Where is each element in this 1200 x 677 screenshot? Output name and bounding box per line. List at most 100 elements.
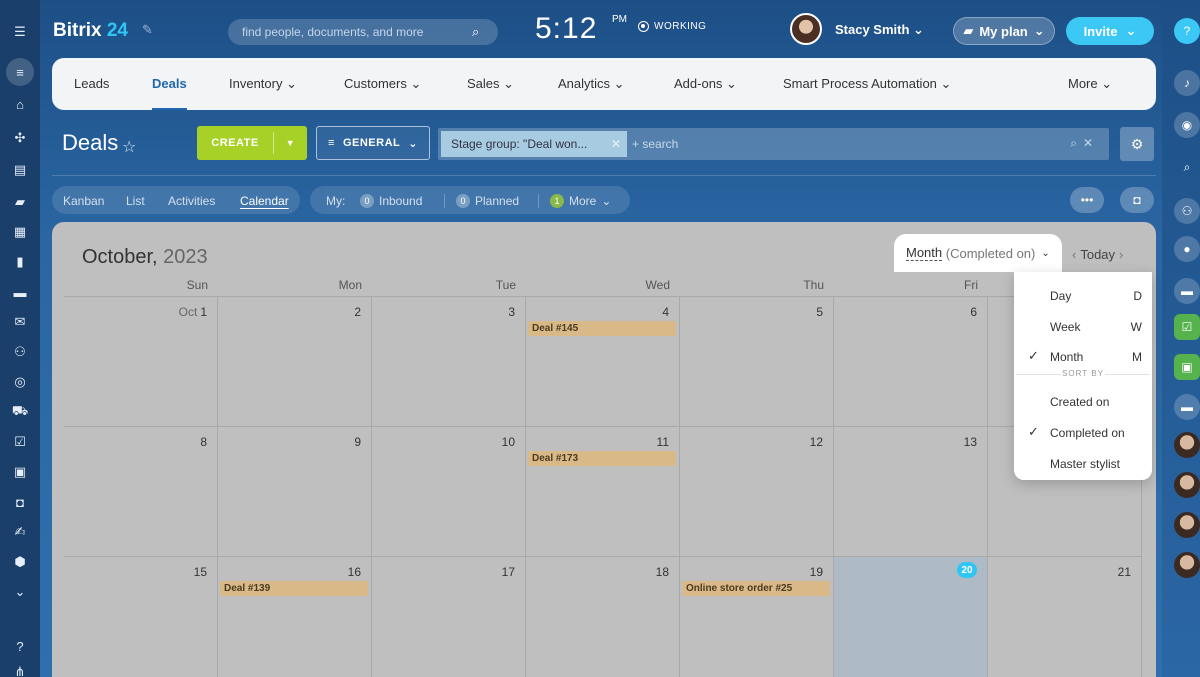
filter-search-box[interactable]: Stage group: "Deal won... ✕ + search ⌕✕ <box>438 128 1109 160</box>
calendar-day[interactable]: 15 <box>64 557 218 677</box>
tasks-icon[interactable]: ▤ <box>8 158 32 182</box>
task-green-icon[interactable]: ☑ <box>1174 314 1200 340</box>
calendar-event[interactable]: Deal #139 <box>220 581 368 596</box>
close-icon[interactable]: ✕ <box>611 137 621 151</box>
group-icon[interactable]: ⚇ <box>1174 198 1200 224</box>
clock[interactable]: 5:12 <box>535 12 597 46</box>
calendar-day[interactable]: 18 <box>526 557 680 677</box>
next-arrow-icon[interactable]: › <box>1119 247 1123 262</box>
user-menu[interactable]: Stacy Smith ⌄ <box>835 22 924 38</box>
nav-leads[interactable]: Leads <box>74 76 109 91</box>
calendar-day[interactable]: 19 Online store order #25 <box>680 557 834 677</box>
working-status-icon[interactable] <box>638 21 649 32</box>
general-pipeline-button[interactable]: ≡ GENERAL ⌄ <box>316 126 430 160</box>
messenger-icon[interactable]: ◉ <box>1174 112 1200 138</box>
calendar-day[interactable]: 2 <box>218 297 372 427</box>
robots-button[interactable]: ◘ <box>1120 187 1154 213</box>
filter-icon[interactable]: ≡ <box>6 58 34 86</box>
tab-activities[interactable]: Activities <box>168 194 215 208</box>
puzzle-icon[interactable]: ✣ <box>8 126 32 150</box>
menu-item-created-on[interactable]: Created on <box>1014 390 1152 414</box>
checkbox-icon[interactable]: ☑ <box>8 430 32 454</box>
box-icon[interactable]: ⬢ <box>8 550 32 574</box>
brand-logo[interactable]: Bitrix 24 <box>53 20 128 42</box>
nav-customers[interactable]: Customers ⌄ <box>344 76 421 92</box>
calendar-day-today[interactable]: 20 <box>834 557 988 677</box>
calendar-day[interactable]: 9 <box>218 427 372 557</box>
user-icon[interactable]: ● <box>1174 236 1200 262</box>
counter-more[interactable]: 1 More ⌄ <box>550 194 611 208</box>
today-button[interactable]: Today <box>1080 247 1115 262</box>
chat-icon[interactable]: ▰ <box>8 190 32 214</box>
nav-analytics[interactable]: Analytics ⌄ <box>558 76 625 92</box>
target-icon[interactable]: ◎ <box>8 370 32 394</box>
contact-avatar[interactable] <box>1174 552 1200 578</box>
calendar-day[interactable]: 11 Deal #173 <box>526 427 680 557</box>
calendar-day[interactable]: 8 <box>64 427 218 557</box>
calendar-day[interactable]: 17 <box>372 557 526 677</box>
chevron-down-icon[interactable]: ⌄ <box>8 580 32 604</box>
edit-icon[interactable]: ✎ <box>142 22 153 38</box>
cart-icon[interactable]: ⛟ <box>8 400 32 424</box>
calendar-event[interactable]: Deal #173 <box>528 451 676 466</box>
calendar-day[interactable]: 5 <box>680 297 834 427</box>
mail-icon[interactable]: ✉ <box>8 310 32 334</box>
signature-icon[interactable]: ✍ <box>8 520 32 544</box>
robot-icon[interactable]: ◘ <box>8 490 32 514</box>
nav-more[interactable]: More ⌄ <box>1068 76 1112 92</box>
calendar-day[interactable]: 10 <box>372 427 526 557</box>
calendar-icon[interactable]: ▦ <box>8 220 32 244</box>
nav-deals[interactable]: Deals <box>152 76 187 110</box>
counter-planned[interactable]: 0 Planned <box>456 194 519 208</box>
tab-kanban[interactable]: Kanban <box>63 194 104 208</box>
sitemap-icon[interactable]: ⋔ <box>8 660 32 677</box>
document-icon[interactable]: ▮ <box>8 250 32 274</box>
contact-green-icon[interactable]: ▣ <box>1174 354 1200 380</box>
contacts-icon[interactable]: ⚇ <box>8 340 32 364</box>
contact-avatar[interactable] <box>1174 512 1200 538</box>
calendar-day[interactable]: 3 <box>372 297 526 427</box>
calendar-event[interactable]: Online store order #25 <box>682 581 830 596</box>
menu-icon[interactable]: ☰ <box>8 20 32 44</box>
calendar-day[interactable]: Oct 1 <box>64 297 218 427</box>
home-icon[interactable]: ⌂ <box>8 92 32 116</box>
search-icon[interactable]: ⌕ <box>472 24 479 40</box>
search-icon[interactable]: ⌕ <box>1070 136 1083 150</box>
more-actions-button[interactable]: ••• <box>1070 187 1104 213</box>
counter-inbound[interactable]: 0 Inbound <box>360 194 422 208</box>
calendar-view-dropdown[interactable]: Month (Completed on) ⌄ <box>894 234 1062 272</box>
invite-button[interactable]: Invite ⌄ <box>1066 17 1154 45</box>
prev-arrow-icon[interactable]: ‹ <box>1072 247 1076 262</box>
calendar-day[interactable]: 6 <box>834 297 988 427</box>
nav-smart-process-automation[interactable]: Smart Process Automation ⌄ <box>783 76 951 92</box>
working-status[interactable]: WORKING <box>654 21 706 32</box>
tab-list[interactable]: List <box>126 194 145 208</box>
search-icon[interactable]: ⌕ <box>1174 154 1200 180</box>
menu-item-completed-on[interactable]: ✓ Completed on <box>1014 421 1152 445</box>
contact-avatar[interactable] <box>1174 432 1200 458</box>
nav-inventory[interactable]: Inventory ⌄ <box>229 76 297 92</box>
search-input[interactable] <box>228 19 498 45</box>
calendar-day[interactable]: 4 Deal #145 <box>526 297 680 427</box>
chat-icon[interactable]: ▬ <box>1174 394 1200 420</box>
nav-sales[interactable]: Sales ⌄ <box>467 76 514 92</box>
calendar-day[interactable]: 21 <box>988 557 1142 677</box>
calendar-day[interactable]: 13 <box>834 427 988 557</box>
id-card-icon[interactable]: ▣ <box>8 460 32 484</box>
calendar-event[interactable]: Deal #145 <box>528 321 676 336</box>
my-plan-button[interactable]: ▰ My plan ⌄ <box>953 17 1055 45</box>
clear-icon[interactable]: ✕ <box>1083 136 1099 150</box>
help-icon[interactable]: ? <box>8 634 32 658</box>
create-button[interactable]: CREATE ▼ <box>197 126 307 160</box>
menu-item-master-stylist[interactable]: Master stylist <box>1014 452 1152 476</box>
calendar-day[interactable]: 16 Deal #139 <box>218 557 372 677</box>
help-circle-icon[interactable]: ? <box>1174 18 1200 44</box>
menu-item-month[interactable]: ✓ Month M <box>1014 345 1152 369</box>
chat-bubble-icon[interactable]: ▬ <box>1174 278 1200 304</box>
calendar-day[interactable]: 12 <box>680 427 834 557</box>
chevron-down-icon[interactable]: ▼ <box>274 138 307 148</box>
menu-item-week[interactable]: Week W <box>1014 315 1152 339</box>
settings-button[interactable]: ⚙ <box>1120 127 1154 161</box>
user-avatar[interactable] <box>790 13 822 45</box>
filter-tag[interactable]: Stage group: "Deal won... ✕ <box>441 131 627 157</box>
